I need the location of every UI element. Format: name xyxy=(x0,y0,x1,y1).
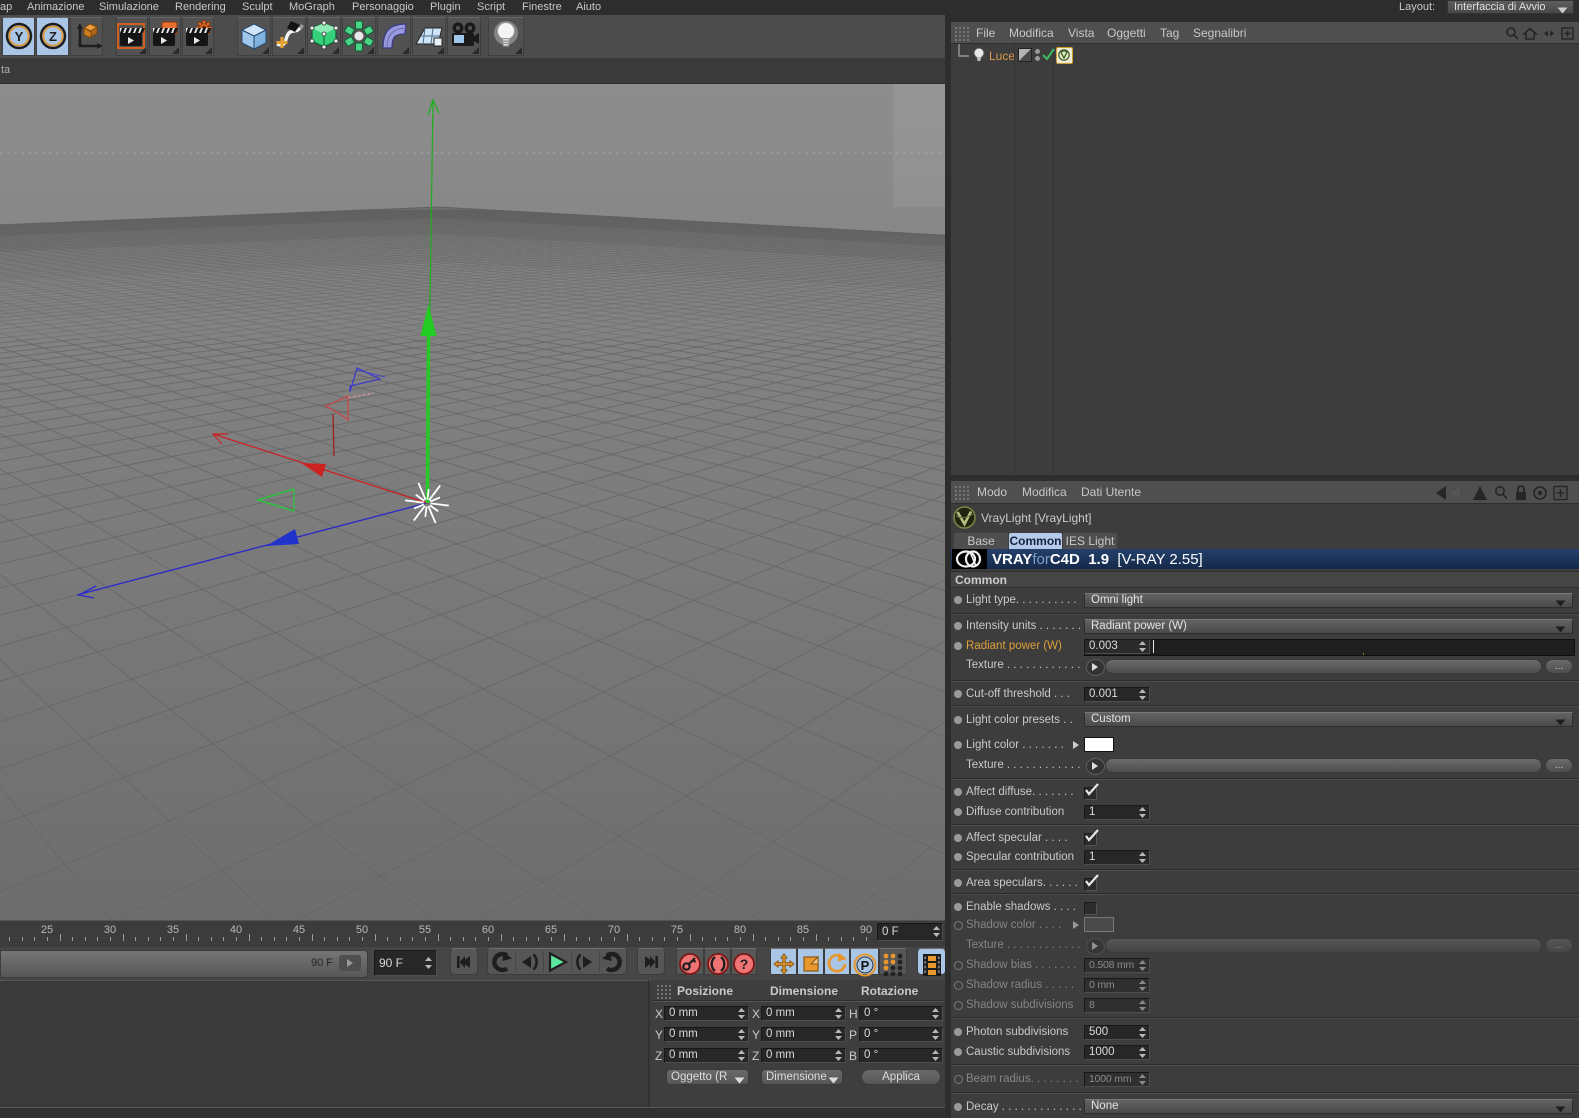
svg-text:P: P xyxy=(860,958,869,973)
svg-text:?: ? xyxy=(740,956,749,972)
svg-text:Z: Z xyxy=(49,29,57,44)
svg-text:Y: Y xyxy=(14,29,23,44)
